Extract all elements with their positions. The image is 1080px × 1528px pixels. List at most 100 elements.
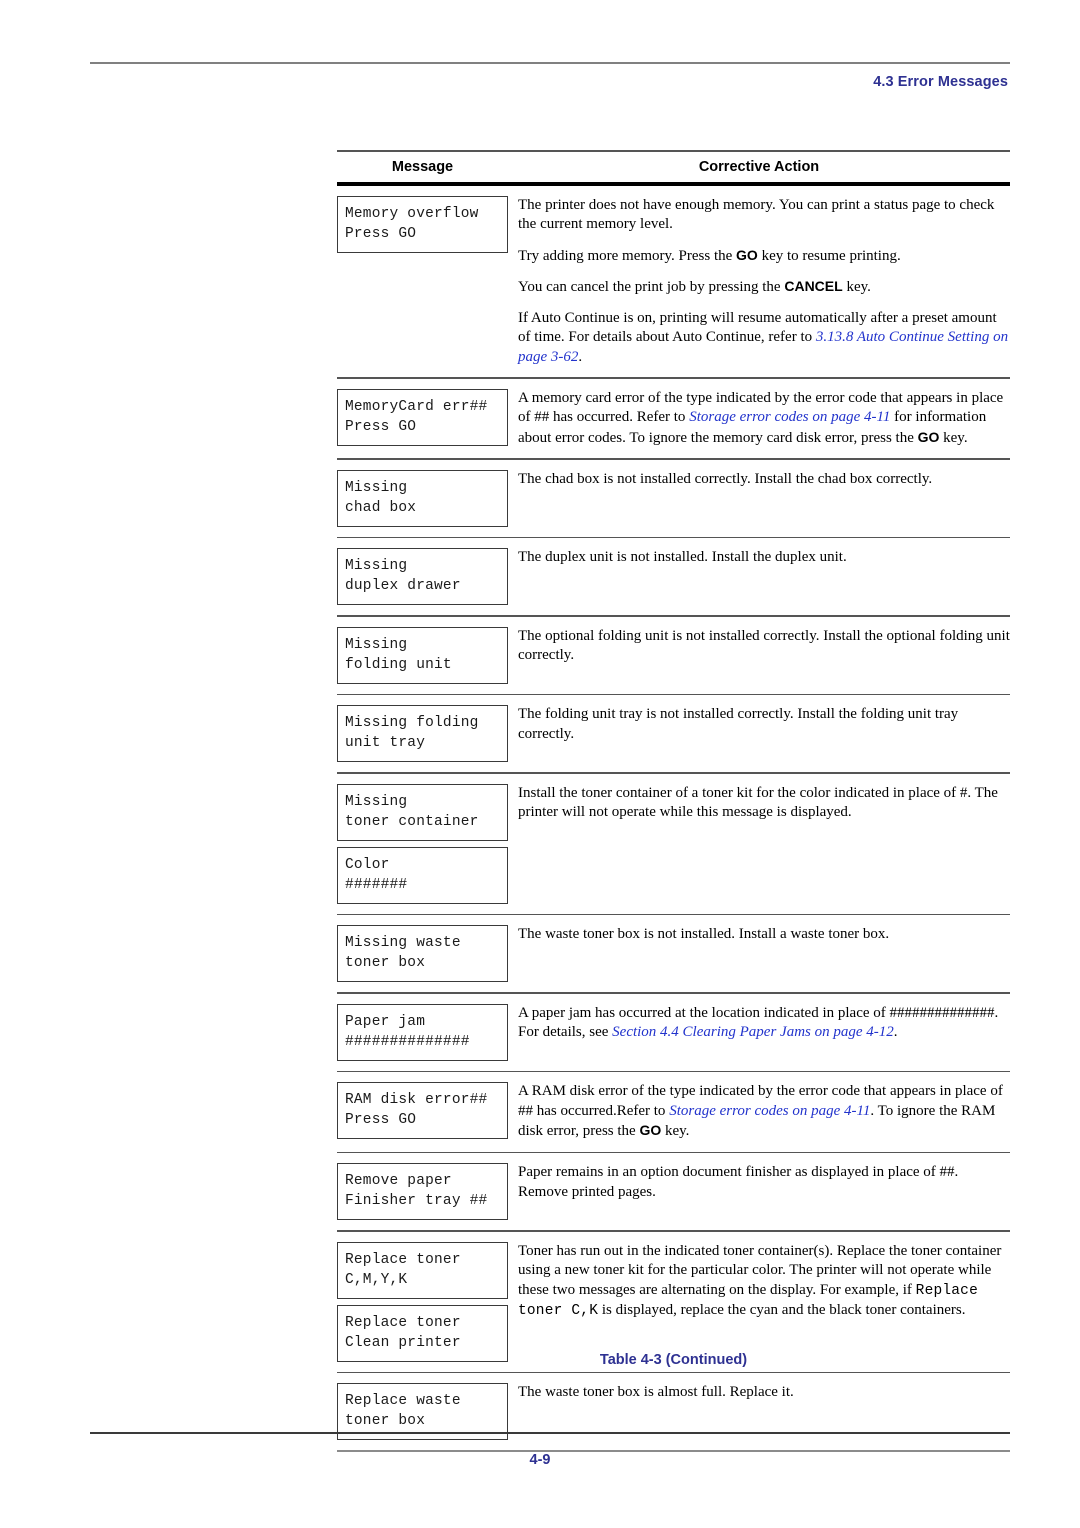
cell-corrective-action: The optional folding unit is not install…: [508, 625, 1010, 666]
lcd-message-line: Replace toner: [345, 1251, 461, 1268]
table-row: Missing chad box The chad box is not insta…: [337, 460, 1010, 537]
lcd-message-line: chad box: [345, 499, 417, 516]
lcd-message-line: toner box: [345, 1413, 426, 1429]
lcd-message-box: MemoryCard err## Press GO: [337, 388, 508, 446]
text-run: key.: [939, 429, 968, 446]
running-header-section-title: 4.3 Error Messages: [873, 74, 1008, 90]
lcd-message-box: Missing duplex drawer: [337, 548, 508, 605]
corrective-action-paragraph: Toner has run out in the indicated toner…: [518, 1242, 1010, 1322]
text-run: key.: [842, 279, 871, 295]
lcd-message-line: Replace waste: [345, 1393, 461, 1409]
key-label: CANCEL: [784, 278, 843, 294]
cell-corrective-action: The printer does not have enough memory.…: [508, 194, 1010, 368]
cell-corrective-action: The folding unit tray is not installed c…: [508, 703, 1010, 744]
cell-message: Memory overflow Press GO: [337, 194, 508, 253]
key-label: GO: [917, 428, 940, 445]
table-row: Memory overflow Press GO The printer does …: [337, 186, 1010, 378]
lcd-message-line: Paper jam: [345, 1013, 426, 1030]
cell-corrective-action: Install the toner container of a toner k…: [508, 782, 1010, 823]
text-run: key to resume printing.: [757, 247, 901, 264]
text-run: key.: [661, 1123, 690, 1139]
corrective-action-paragraph: The waste toner box is almost full. Repl…: [518, 1383, 1010, 1403]
lcd-message-box: Missing waste toner box: [337, 925, 508, 982]
lcd-message-line: Missing: [345, 793, 408, 810]
cell-corrective-action: Toner has run out in the indicated toner…: [508, 1240, 1010, 1322]
table-row: Missing waste toner box The waste toner bo…: [337, 915, 1010, 992]
lcd-message-line: Memory overflow: [345, 205, 479, 222]
cell-message: Missing chad box: [337, 468, 508, 527]
cell-corrective-action: A memory card error of the type indicate…: [508, 387, 1010, 449]
text-run: is displayed, replace the cyan and the b…: [598, 1302, 966, 1318]
cell-message: Replace toner C,M,Y,K Replace toner Clean p…: [337, 1240, 508, 1362]
cell-message: Remove paper Finisher tray ##: [337, 1161, 508, 1220]
table-row: RAM disk error## Press GO A RAM disk error…: [337, 1072, 1010, 1152]
key-label: GO: [639, 1122, 662, 1138]
lcd-message-box: Replace toner C,M,Y,K: [337, 1241, 508, 1299]
cell-corrective-action: A paper jam has occurred at the location…: [508, 1002, 1010, 1043]
table-row: Missing folding unit tray The folding unit…: [337, 695, 1010, 772]
cross-reference-link[interactable]: Storage error codes on page 4-11: [669, 1103, 870, 1119]
lcd-message-box: Paper jam ##############: [337, 1003, 508, 1061]
lcd-message-line: Clean printer: [345, 1334, 461, 1351]
corrective-action-paragraph: The waste toner box is not installed. In…: [518, 925, 1010, 945]
text-run: You can cancel the print job by pressing…: [518, 279, 785, 295]
table-header-row: Message Corrective Action: [337, 152, 1010, 182]
lcd-message-box: RAM disk error## Press GO: [337, 1082, 508, 1139]
table-row: Missing toner container Color ####### Instal…: [337, 774, 1010, 914]
corrective-action-paragraph: The chad box is not installed correctly.…: [518, 470, 1010, 490]
cross-reference-link[interactable]: Storage error codes on page 4-11: [689, 409, 890, 425]
cell-message: RAM disk error## Press GO: [337, 1080, 508, 1139]
cell-message: Missing waste toner box: [337, 923, 508, 982]
corrective-action-paragraph: The optional folding unit is not install…: [518, 627, 1010, 666]
lcd-message-line: Missing waste: [345, 935, 461, 951]
lcd-message-line: Press GO: [345, 225, 417, 242]
text-run: The waste toner box is not installed. In…: [518, 926, 890, 942]
corrective-action-paragraph: A RAM disk error of the type indicated b…: [518, 1082, 1010, 1142]
text-run: The duplex unit is not installed. Instal…: [518, 549, 847, 565]
lcd-message-line: toner box: [345, 955, 426, 971]
table-caption: Table 4-3 (Continued): [599, 1352, 748, 1368]
column-header-corrective-action: Corrective Action: [698, 158, 820, 175]
table-row: Replace waste toner box The waste toner bo…: [337, 1373, 1010, 1450]
table-row: Replace toner C,M,Y,K Replace toner Clean p…: [337, 1232, 1010, 1372]
lcd-message-box: Memory overflow Press GO: [337, 195, 508, 253]
error-messages-table: Message Corrective Action Memory overflo…: [337, 150, 1010, 1452]
cell-corrective-action: The chad box is not installed correctly.…: [508, 468, 1010, 490]
cell-message: Missing duplex drawer: [337, 546, 508, 605]
table-row: MemoryCard err## Press GO A memory card er…: [337, 379, 1010, 459]
cell-message: Paper jam ##############: [337, 1002, 508, 1061]
cell-message: Missing folding unit: [337, 625, 508, 684]
cross-reference-link[interactable]: Section 4.4 Clearing Paper Jams on page …: [612, 1024, 894, 1040]
page-number: 4-9: [529, 1452, 551, 1468]
cell-corrective-action: The waste toner box is almost full. Repl…: [508, 1381, 1010, 1403]
table-row: Remove paper Finisher tray ## Paper remain…: [337, 1153, 1010, 1230]
lcd-message-box: Missing toner container: [337, 783, 508, 841]
lcd-message-line: C,M,Y,K: [345, 1271, 408, 1288]
lcd-message-line: folding unit: [345, 656, 452, 673]
text-run: The optional folding unit is not install…: [518, 627, 1010, 664]
lcd-message-line: Press GO: [345, 1112, 417, 1128]
cell-corrective-action: The waste toner box is not installed. In…: [508, 923, 1010, 945]
lcd-message-line: Press GO: [345, 418, 417, 435]
corrective-action-paragraph: The folding unit tray is not installed c…: [518, 705, 1010, 744]
cell-corrective-action: The duplex unit is not installed. Instal…: [508, 546, 1010, 568]
text-run: .: [578, 348, 583, 365]
lcd-message-box: Missing chad box: [337, 469, 508, 527]
lcd-message-line: Missing folding: [345, 715, 479, 731]
lcd-message-line: duplex drawer: [345, 578, 461, 594]
table-row: Paper jam ############## A paper jam has …: [337, 994, 1010, 1071]
lcd-message-box: Color #######: [337, 846, 508, 904]
corrective-action-paragraph: If Auto Continue is on, printing will re…: [518, 309, 1010, 368]
corrective-action-paragraph: A paper jam has occurred at the location…: [518, 1004, 1010, 1043]
corrective-action-paragraph: Paper remains in an option document fini…: [518, 1163, 1010, 1202]
corrective-action-paragraph: You can cancel the print job by pressing…: [518, 277, 1010, 298]
column-header-message: Message: [391, 158, 454, 175]
document-page: 4.3 Error Messages Message Corrective Ac…: [0, 0, 1080, 1528]
lcd-message-box: Remove paper Finisher tray ##: [337, 1163, 508, 1220]
key-label: GO: [736, 246, 758, 263]
lcd-message-line: Missing: [345, 558, 408, 574]
lcd-message-line: unit tray: [345, 735, 426, 751]
lcd-message-line: MemoryCard err##: [345, 398, 488, 415]
lcd-message-box: Missing folding unit tray: [337, 705, 508, 762]
text-run: Paper remains in an option document fini…: [518, 1164, 959, 1200]
